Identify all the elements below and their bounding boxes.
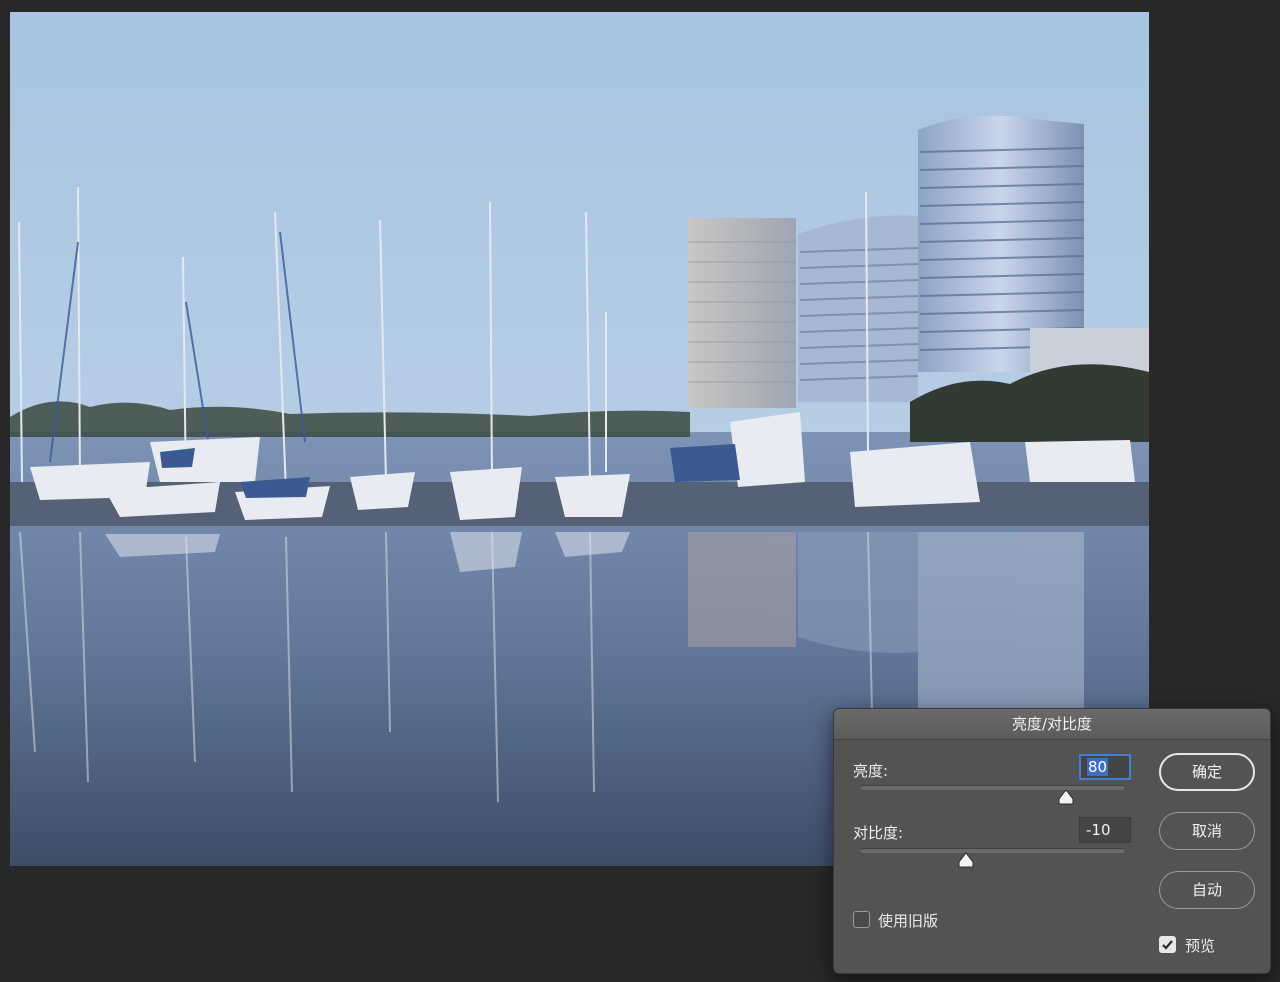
ok-button[interactable]: 确定 — [1159, 753, 1255, 791]
dialog-title: 亮度/对比度 — [834, 709, 1270, 740]
use-legacy-checkbox[interactable] — [853, 911, 870, 928]
contrast-slider-track[interactable] — [861, 848, 1124, 853]
contrast-slider-thumb[interactable] — [958, 852, 974, 868]
brightness-contrast-dialog: 亮度/对比度 亮度: 80 对比度: -10 确定 取消 自动 使用旧版 预览 — [833, 708, 1271, 974]
contrast-label: 对比度: — [853, 824, 904, 842]
brightness-label: 亮度: — [853, 762, 889, 780]
auto-button[interactable]: 自动 — [1159, 871, 1255, 909]
preview-checkbox[interactable] — [1159, 936, 1176, 953]
preview-label: 预览 — [1185, 937, 1216, 955]
brightness-value: 80 — [1087, 758, 1109, 776]
cancel-button[interactable]: 取消 — [1159, 812, 1255, 850]
use-legacy-label: 使用旧版 — [878, 912, 939, 930]
checkmark-icon — [1162, 940, 1173, 950]
contrast-input[interactable]: -10 — [1079, 817, 1131, 843]
brightness-slider-track[interactable] — [861, 785, 1124, 790]
brightness-slider-thumb[interactable] — [1058, 789, 1074, 805]
brightness-input[interactable]: 80 — [1079, 754, 1131, 780]
